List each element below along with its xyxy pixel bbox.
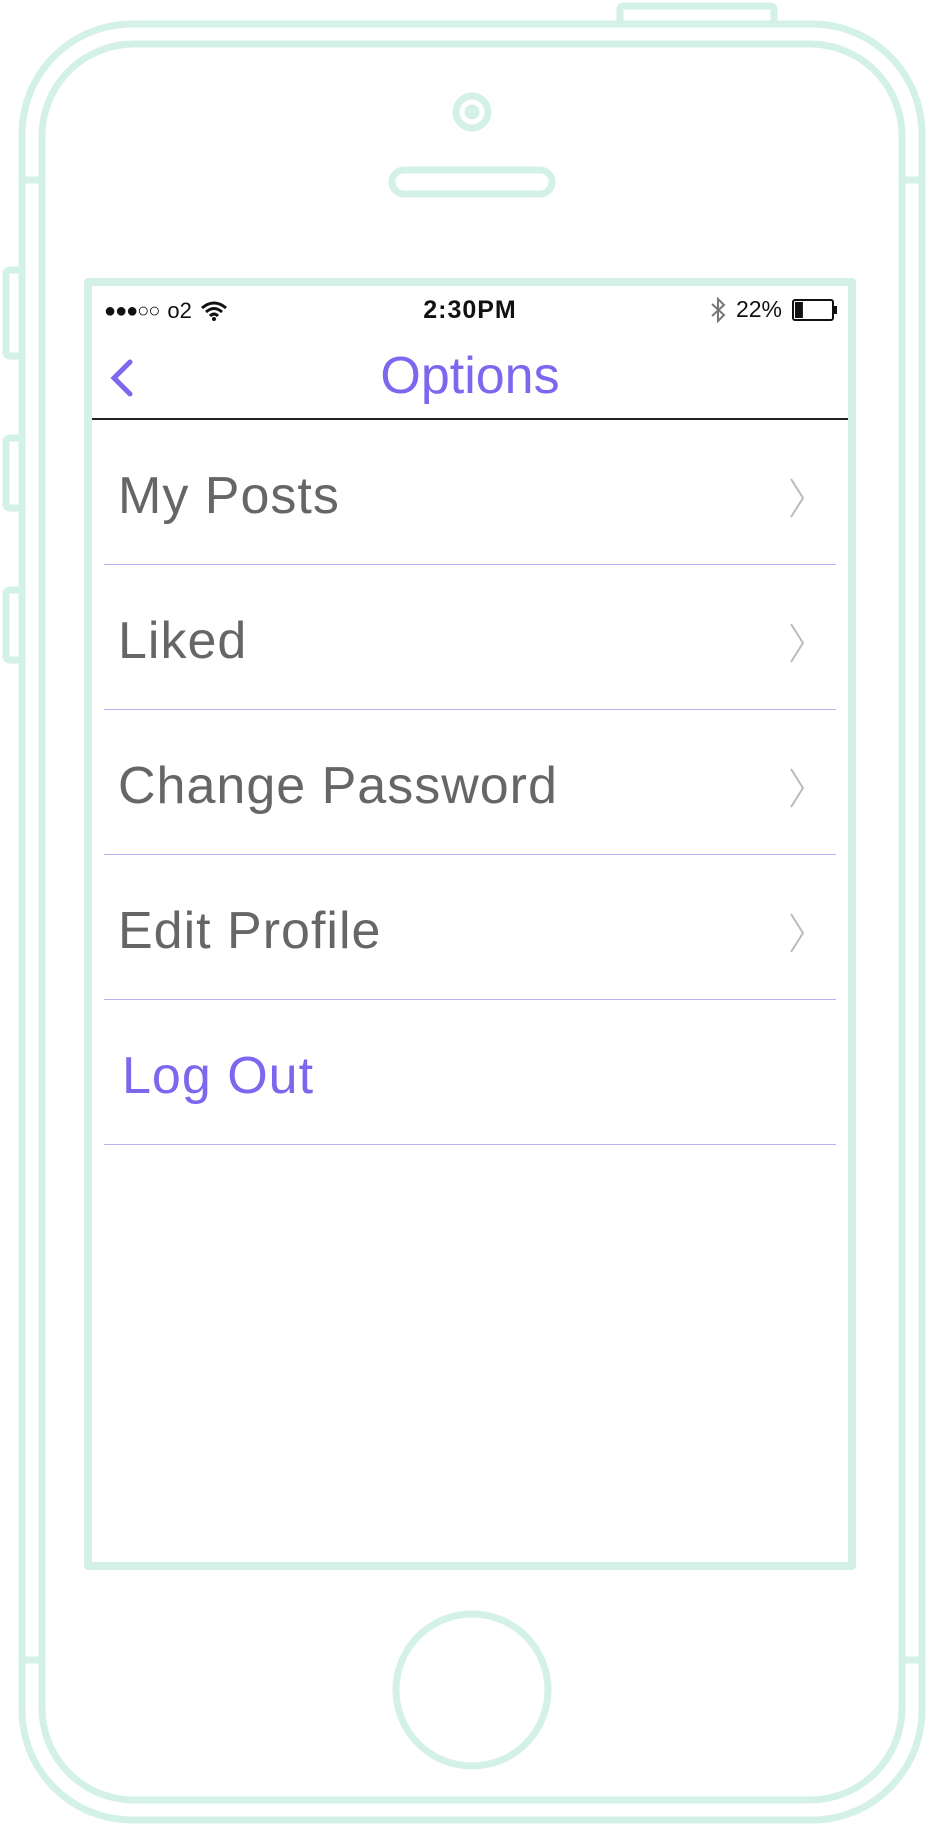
chevron-right-icon [790,623,805,663]
menu-item-label: My Posts [118,467,340,525]
menu-item-change-password[interactable]: Change Password [104,710,836,855]
chevron-right-icon [790,913,805,953]
bluetooth-icon [711,296,726,323]
chevron-right-icon [790,478,805,518]
log-out-label: Log Out [122,1047,315,1105]
menu-item-label: Change Password [118,757,558,815]
battery-icon [792,298,837,321]
navigation-bar: Options [92,336,848,420]
options-list: My Posts Liked Change Password Edit Prof… [92,420,848,1145]
menu-item-label: Edit Profile [118,902,382,960]
status-bar: ●●●○○ o2 2:30PM 22% [92,286,848,336]
app-screen: ●●●○○ o2 2:30PM 22% Options My Posts Lik… [84,278,856,1570]
battery-fill [795,301,803,318]
menu-item-label: Liked [118,612,248,670]
menu-item-my-posts[interactable]: My Posts [104,420,836,565]
menu-item-liked[interactable]: Liked [104,565,836,710]
battery-percent: 22% [735,296,782,322]
log-out-button[interactable]: Log Out [104,1000,836,1145]
chevron-right-icon [790,768,805,808]
page-title: Options [380,347,560,405]
menu-item-edit-profile[interactable]: Edit Profile [104,855,836,1000]
